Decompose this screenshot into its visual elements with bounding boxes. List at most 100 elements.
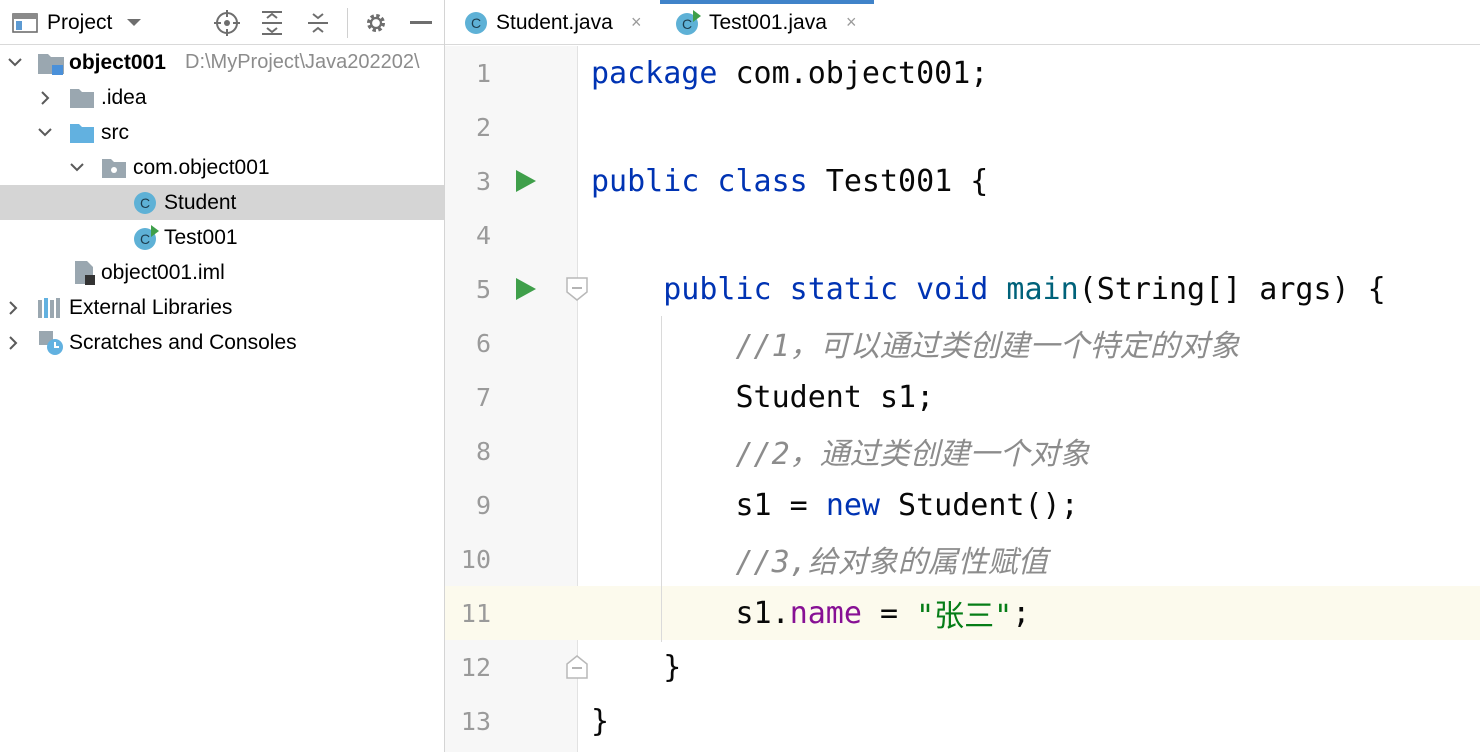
code-line[interactable]: 10 //3,给对象的属性赋值 bbox=[445, 532, 1480, 586]
line-number: 11 bbox=[445, 586, 491, 640]
code-line[interactable]: 5 public static void main (String[] args)… bbox=[445, 262, 1480, 316]
iml-file-icon bbox=[72, 255, 98, 290]
code-line[interactable]: 9 s1 = new Student(); bbox=[445, 478, 1480, 532]
module-icon bbox=[37, 45, 65, 80]
tree-item-test001[interactable]: C Test001 bbox=[0, 220, 444, 255]
chevron-down-icon[interactable] bbox=[36, 115, 54, 150]
code-line[interactable]: 2 bbox=[445, 100, 1480, 154]
code-line[interactable]: 11 s1. name = "张三"; bbox=[445, 586, 1480, 640]
code-text: s1 = new Student(); bbox=[591, 487, 1079, 523]
close-icon[interactable]: × bbox=[631, 0, 642, 45]
chevron-down-icon[interactable] bbox=[68, 150, 86, 185]
active-tab-indicator bbox=[660, 0, 874, 4]
code-text: Student s1; bbox=[591, 379, 935, 415]
tree-item-iml[interactable]: object001.iml bbox=[0, 255, 444, 290]
editor-tab-bar: C Student.java × C Test001.java × bbox=[445, 0, 1480, 45]
chevron-right-icon[interactable] bbox=[4, 325, 22, 360]
tree-item-label: Test001 bbox=[164, 225, 238, 249]
tree-item-label: .idea bbox=[101, 85, 147, 109]
tree-item-scratches[interactable]: Scratches and Consoles bbox=[0, 325, 444, 360]
chevron-down-icon[interactable] bbox=[6, 45, 24, 80]
tree-item-label: Scratches and Consoles bbox=[69, 330, 297, 354]
tree-item-package[interactable]: com.object001 bbox=[0, 150, 444, 185]
code-text: s1. name = "张三"; bbox=[591, 595, 1031, 635]
tree-item-external-libraries[interactable]: External Libraries bbox=[0, 290, 444, 325]
line-number: 7 bbox=[475, 382, 491, 412]
code-text: //2，通过类创建一个对象 bbox=[735, 437, 1090, 472]
line-number: 9 bbox=[475, 490, 491, 520]
chevron-right-icon[interactable] bbox=[36, 80, 54, 115]
code-line[interactable]: 8 //2，通过类创建一个对象 bbox=[445, 424, 1480, 478]
indent-guide bbox=[661, 316, 662, 642]
tab-label: Test001.java bbox=[709, 10, 827, 34]
scratches-icon bbox=[37, 325, 65, 360]
locate-icon[interactable] bbox=[214, 0, 240, 45]
code-line[interactable]: 3 public class Test001 { bbox=[445, 154, 1480, 208]
gear-icon[interactable] bbox=[363, 0, 389, 45]
folder-icon bbox=[69, 80, 95, 115]
line-number: 5 bbox=[475, 274, 491, 304]
tree-item-student[interactable]: C Student bbox=[0, 185, 444, 220]
svg-text:C: C bbox=[140, 195, 150, 211]
line-number: 8 bbox=[475, 436, 491, 466]
package-icon bbox=[101, 150, 127, 185]
collapse-all-icon[interactable] bbox=[305, 0, 331, 45]
code-text: public static void main (String[] args) { bbox=[663, 271, 1386, 307]
code-line[interactable]: 7 Student s1; bbox=[445, 370, 1480, 424]
code-text: //1，可以通过类创建一个特定的对象 bbox=[735, 329, 1240, 364]
svg-text:C: C bbox=[682, 16, 692, 32]
tree-item-label: External Libraries bbox=[69, 295, 233, 319]
chevron-right-icon[interactable] bbox=[4, 290, 22, 325]
code-line[interactable]: 13} bbox=[445, 694, 1480, 748]
tab-label: Student.java bbox=[496, 10, 613, 34]
project-tool-window: Project object001 D:\MyProject\Java20220… bbox=[0, 0, 445, 752]
fold-open-icon[interactable] bbox=[565, 276, 589, 302]
line-number: 13 bbox=[460, 706, 491, 736]
tab-student-java[interactable]: C Student.java × bbox=[445, 0, 658, 45]
module-path: D:\MyProject\Java202202\ bbox=[185, 51, 420, 73]
close-icon[interactable]: × bbox=[846, 0, 857, 45]
code-text: //3,给对象的属性赋值 bbox=[735, 545, 1048, 580]
code-text: } bbox=[591, 649, 682, 685]
project-view-icon[interactable] bbox=[12, 0, 38, 45]
tree-item-label: com.object001 bbox=[133, 155, 270, 179]
class-icon: C bbox=[132, 185, 158, 220]
project-title: Project bbox=[47, 10, 113, 34]
code-text: package com.object001; bbox=[591, 55, 989, 91]
tree-item-label: object001 bbox=[69, 50, 166, 74]
source-folder-icon bbox=[69, 115, 95, 150]
run-icon[interactable] bbox=[515, 277, 537, 301]
tab-test001-java[interactable]: C Test001.java × bbox=[660, 0, 874, 45]
line-number: 6 bbox=[475, 328, 491, 358]
code-line[interactable]: 4 bbox=[445, 208, 1480, 262]
tree-item-object001[interactable]: object001 D:\MyProject\Java202202\ bbox=[0, 45, 444, 80]
minimize-icon[interactable] bbox=[408, 0, 434, 45]
code-text: } bbox=[591, 703, 610, 739]
project-panel-header: Project bbox=[0, 0, 444, 45]
project-view-dropdown[interactable]: Project bbox=[47, 0, 142, 45]
fold-close-icon[interactable] bbox=[565, 654, 589, 680]
tree-item-idea[interactable]: .idea bbox=[0, 80, 444, 115]
editor: C Student.java × C Test001.java × 1 packa… bbox=[445, 0, 1480, 752]
tree-item-label: Student bbox=[164, 190, 237, 214]
line-number: 12 bbox=[460, 652, 491, 682]
code-editor[interactable]: 1 package com.object001; 2 3 public class Te… bbox=[445, 46, 1480, 752]
tree-item-label: src bbox=[101, 120, 129, 144]
class-icon: C bbox=[463, 0, 489, 45]
code-line[interactable]: 1 package com.object001; bbox=[445, 46, 1480, 100]
code-line[interactable]: 6 //1，可以通过类创建一个特定的对象 bbox=[445, 316, 1480, 370]
expand-all-icon[interactable] bbox=[259, 0, 285, 45]
run-icon[interactable] bbox=[515, 169, 537, 193]
code-line[interactable]: 12 } bbox=[445, 640, 1480, 694]
line-number: 2 bbox=[475, 112, 491, 142]
libraries-icon bbox=[37, 290, 65, 325]
svg-text:C: C bbox=[140, 231, 150, 247]
runnable-class-icon: C bbox=[132, 220, 160, 255]
runnable-class-icon: C bbox=[674, 0, 702, 45]
tree-item-src[interactable]: src bbox=[0, 115, 444, 150]
line-number: 1 bbox=[475, 58, 491, 88]
svg-text:C: C bbox=[471, 15, 481, 31]
line-number: 3 bbox=[475, 166, 491, 196]
line-number: 10 bbox=[460, 544, 491, 574]
chevron-down-icon bbox=[127, 18, 142, 26]
